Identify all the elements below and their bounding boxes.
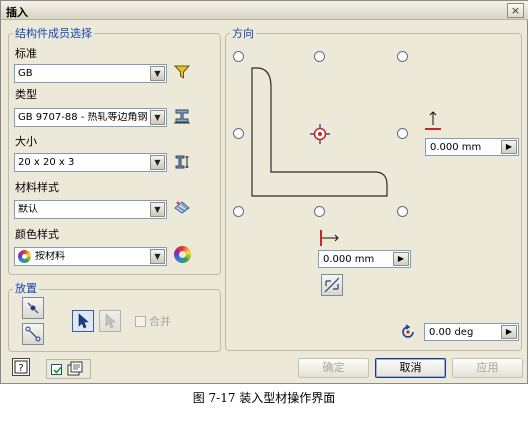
arrow-right-icon: [320, 230, 339, 246]
material-style-label: 材料样式: [15, 181, 59, 194]
material-style-value: 默认: [18, 204, 38, 215]
filter-icon[interactable]: [173, 63, 191, 81]
merge-label: 合并: [149, 315, 171, 328]
vertical-offset-input[interactable]: 0.000 mm ▶: [425, 138, 519, 156]
window-title: 插入: [6, 6, 28, 19]
chevron-down-icon[interactable]: ▼: [150, 110, 165, 125]
chevron-down-icon[interactable]: ▼: [150, 66, 165, 81]
size-icon[interactable]: [173, 153, 191, 171]
size-label: 大小: [15, 135, 37, 148]
chevron-down-icon[interactable]: ▼: [150, 202, 165, 217]
figure-caption: 图 7-17 装入型材操作界面: [192, 391, 336, 405]
material-style-select[interactable]: 默认 ▼: [14, 200, 167, 219]
pointer-icon: [78, 313, 89, 329]
type-label: 类型: [15, 88, 37, 101]
arrow-up-icon: [425, 111, 441, 130]
standard-value: GB: [18, 68, 33, 79]
center-anchor-icon[interactable]: [309, 123, 331, 145]
anchor-middle-left-radio[interactable]: [233, 128, 244, 139]
horizontal-offset-input[interactable]: 0.000 mm ▶: [318, 250, 411, 268]
anchor-top-right-radio[interactable]: [397, 51, 408, 62]
beam-type-icon[interactable]: [173, 107, 191, 125]
flip-button[interactable]: [321, 274, 343, 296]
chevron-right-icon[interactable]: ▶: [501, 325, 517, 339]
merge-checkbox[interactable]: [135, 316, 146, 327]
point-placement-button[interactable]: [22, 297, 44, 319]
apply-button[interactable]: 应用: [452, 358, 523, 378]
chevron-down-icon[interactable]: ▼: [150, 249, 165, 264]
anchor-bottom-right-radio[interactable]: [397, 206, 408, 217]
chevron-down-icon[interactable]: ▼: [150, 155, 165, 170]
rotate-icon: [402, 324, 414, 338]
anchor-top-center-radio[interactable]: [314, 51, 325, 62]
standard-label: 标准: [15, 47, 37, 60]
direction-label: 方向: [230, 27, 256, 40]
ok-button[interactable]: 确定: [298, 358, 369, 378]
preview-checkbox[interactable]: [51, 364, 62, 375]
color-style-value: 按材料: [35, 251, 65, 262]
anchor-bottom-left-radio[interactable]: [233, 206, 244, 217]
select-pointer-disabled-button[interactable]: [99, 310, 121, 332]
options-icon[interactable]: [67, 361, 84, 377]
help-button[interactable]: ?: [12, 358, 30, 376]
size-select[interactable]: 20 x 20 x 3 ▼: [14, 153, 167, 172]
svg-text:?: ?: [18, 363, 23, 374]
insert-dialog: 插入 × 结构件成员选择 标准 GB ▼ 类型 GB 9707-88 - 热轧等…: [0, 0, 528, 384]
anchor-bottom-center-radio[interactable]: [314, 206, 325, 217]
chevron-right-icon[interactable]: ▶: [393, 252, 409, 266]
anchor-top-left-radio[interactable]: [233, 51, 244, 62]
title-bar: 插入 ×: [1, 1, 528, 20]
color-style-label: 颜色样式: [15, 228, 59, 241]
type-select[interactable]: GB 9707-88 - 热轧等边角钢 ▼: [14, 108, 167, 127]
member-selection-label: 结构件成员选择: [13, 27, 94, 40]
chevron-right-icon[interactable]: ▶: [501, 140, 517, 154]
cancel-button[interactable]: 取消: [375, 358, 446, 378]
rotation-value: 0.00 deg: [429, 327, 474, 338]
vertical-offset-value: 0.000 mm: [430, 142, 482, 153]
flip-icon: [324, 277, 340, 293]
color-wheel-icon[interactable]: [174, 246, 191, 263]
material-style-icon[interactable]: [173, 198, 191, 216]
select-pointer-button[interactable]: [72, 310, 94, 332]
standard-select[interactable]: GB ▼: [14, 64, 167, 83]
line-placement-button[interactable]: [22, 323, 44, 345]
color-style-select[interactable]: 按材料 ▼: [14, 247, 167, 266]
help-icon: ?: [14, 360, 28, 374]
placement-label: 放置: [13, 282, 39, 295]
type-value: GB 9707-88 - 热轧等边角钢: [18, 112, 148, 123]
size-value: 20 x 20 x 3: [18, 157, 75, 168]
rotation-input[interactable]: 0.00 deg ▶: [424, 323, 519, 341]
horizontal-offset-value: 0.000 mm: [323, 254, 375, 265]
close-button[interactable]: ×: [507, 3, 524, 18]
anchor-middle-right-radio[interactable]: [397, 128, 408, 139]
